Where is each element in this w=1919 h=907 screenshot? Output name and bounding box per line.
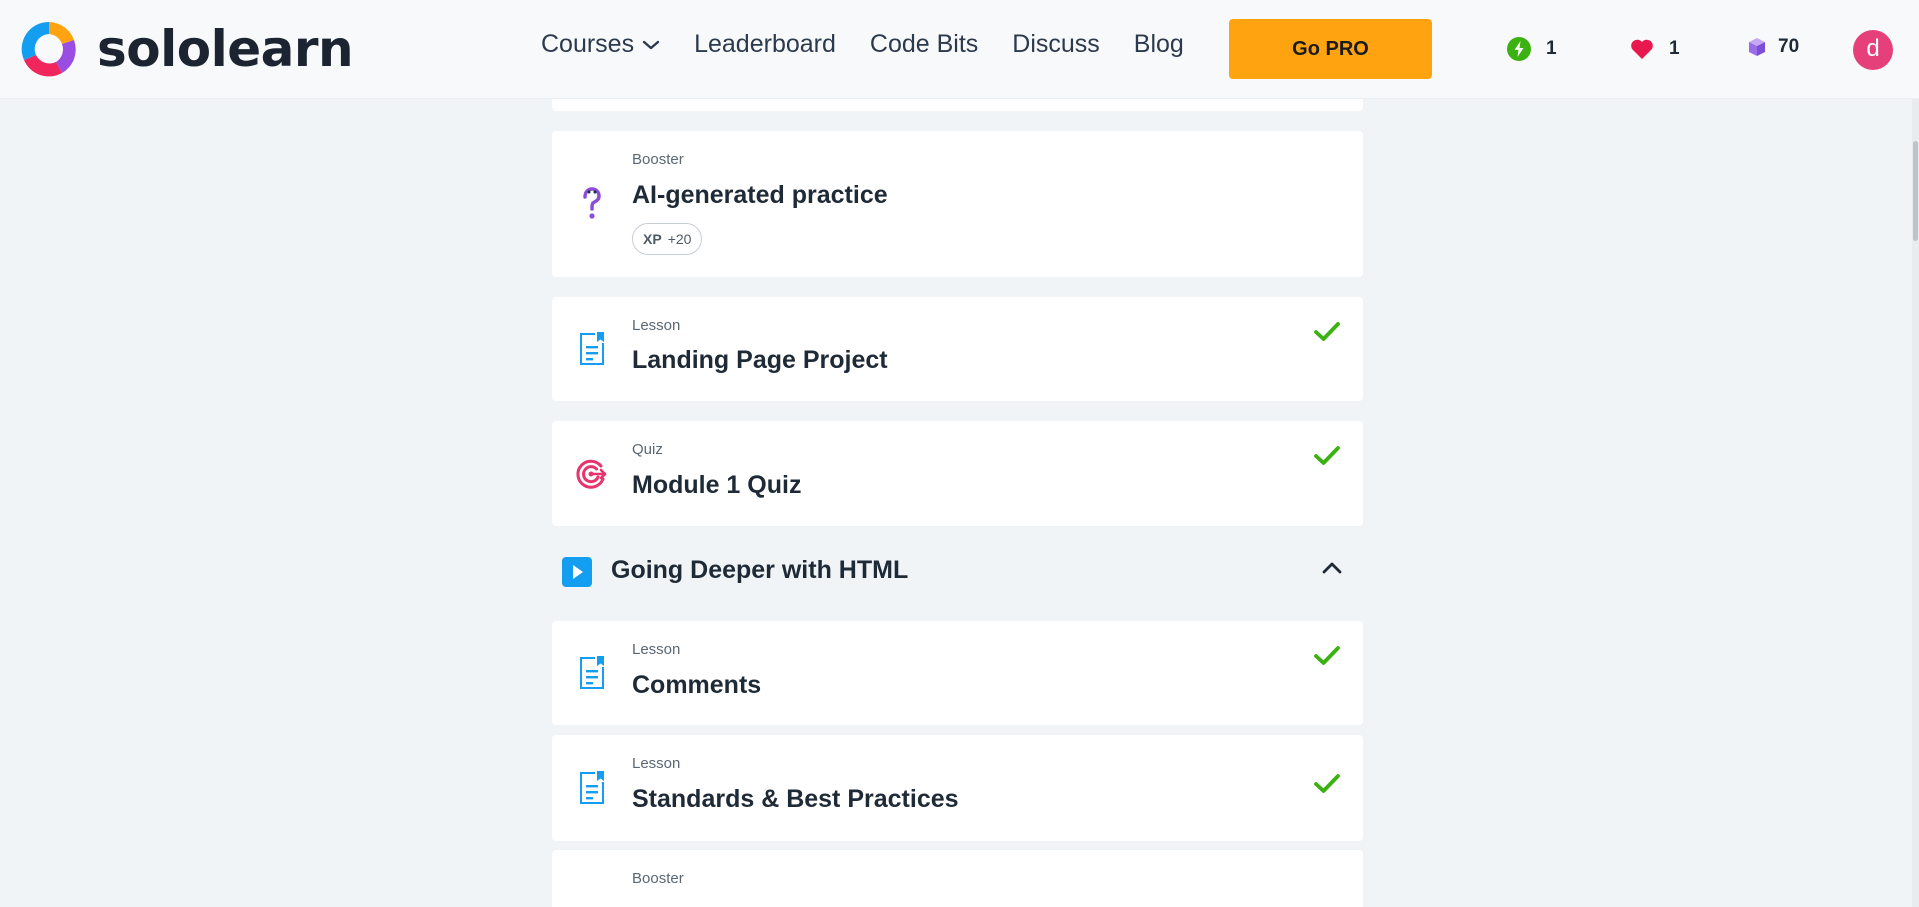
- list-item-booster[interactable]: Booster AI-generated practice XP +20: [552, 131, 1363, 277]
- checkmark-icon: [1314, 646, 1340, 665]
- item-kind: Booster: [632, 870, 684, 887]
- avatar[interactable]: d: [1853, 30, 1893, 70]
- checkmark-icon: [1314, 446, 1340, 465]
- section-title: Going Deeper with HTML: [611, 556, 909, 584]
- heart-icon: [1631, 39, 1653, 59]
- nav-blog[interactable]: Blog: [1134, 30, 1184, 59]
- item-title: Standards & Best Practices: [632, 785, 959, 813]
- item-kind: Quiz: [632, 441, 663, 458]
- streak-counter[interactable]: 1: [1506, 36, 1557, 62]
- bits-counter[interactable]: 70: [1746, 36, 1799, 58]
- target-icon: [576, 459, 607, 489]
- module-section-header[interactable]: Going Deeper with HTML: [552, 547, 1363, 597]
- xp-value: +20: [667, 231, 692, 247]
- xp-label: XP: [643, 231, 662, 247]
- list-item-booster[interactable]: Booster: [552, 850, 1363, 907]
- checkmark-icon: [1314, 322, 1340, 341]
- list-item-lesson[interactable]: Lesson Standards & Best Practices: [552, 735, 1363, 841]
- chevron-up-icon[interactable]: [1321, 561, 1343, 575]
- sololearn-logo-icon: [21, 21, 76, 77]
- list-item-lesson[interactable]: Lesson Landing Page Project: [552, 297, 1363, 401]
- item-title: Module 1 Quiz: [632, 471, 802, 499]
- nav-courses[interactable]: Courses: [541, 30, 660, 59]
- chevron-down-icon: [642, 40, 660, 49]
- list-item-quiz[interactable]: Quiz Module 1 Quiz: [552, 421, 1363, 526]
- question-mark-icon: [583, 187, 601, 219]
- nav-code-bits[interactable]: Code Bits: [870, 30, 978, 59]
- lightning-icon: [1507, 37, 1531, 61]
- play-icon: [562, 557, 592, 587]
- checkmark-icon: [1314, 774, 1340, 793]
- bits-value: 70: [1778, 36, 1800, 57]
- item-title: Comments: [632, 671, 762, 699]
- cube-icon: [1749, 38, 1765, 56]
- streak-value: 1: [1546, 38, 1557, 59]
- sololearn-logo[interactable]: sololearn: [18, 18, 354, 80]
- item-kind: Booster: [632, 151, 684, 168]
- hearts-value: 1: [1669, 38, 1680, 59]
- item-kind: Lesson: [632, 641, 681, 658]
- go-pro-button[interactable]: Go PRO: [1229, 19, 1432, 79]
- scrollbar-thumb[interactable]: [1913, 141, 1918, 241]
- nav-leaderboard[interactable]: Leaderboard: [694, 30, 836, 59]
- nav-discuss[interactable]: Discuss: [1012, 30, 1100, 59]
- xp-badge: XP +20: [632, 223, 703, 255]
- item-title: Landing Page Project: [632, 346, 888, 374]
- lesson-icon: [580, 771, 604, 804]
- nav-courses-label: Courses: [541, 30, 635, 58]
- top-navbar: sololearn Courses Leaderboard Code Bits …: [0, 0, 1919, 99]
- item-title: AI-generated practice: [632, 181, 888, 209]
- item-kind: Lesson: [632, 317, 681, 334]
- item-kind: Lesson: [632, 755, 681, 772]
- list-item-lesson[interactable]: Lesson Comments: [552, 621, 1363, 725]
- scrollbar[interactable]: [1912, 99, 1919, 907]
- hearts-counter[interactable]: 1: [1629, 36, 1680, 62]
- lesson-icon: [580, 656, 604, 689]
- brand-name: sololearn: [97, 20, 354, 78]
- main-nav: Courses Leaderboard Code Bits Discuss Bl…: [541, 30, 1218, 59]
- lesson-icon: [580, 332, 604, 365]
